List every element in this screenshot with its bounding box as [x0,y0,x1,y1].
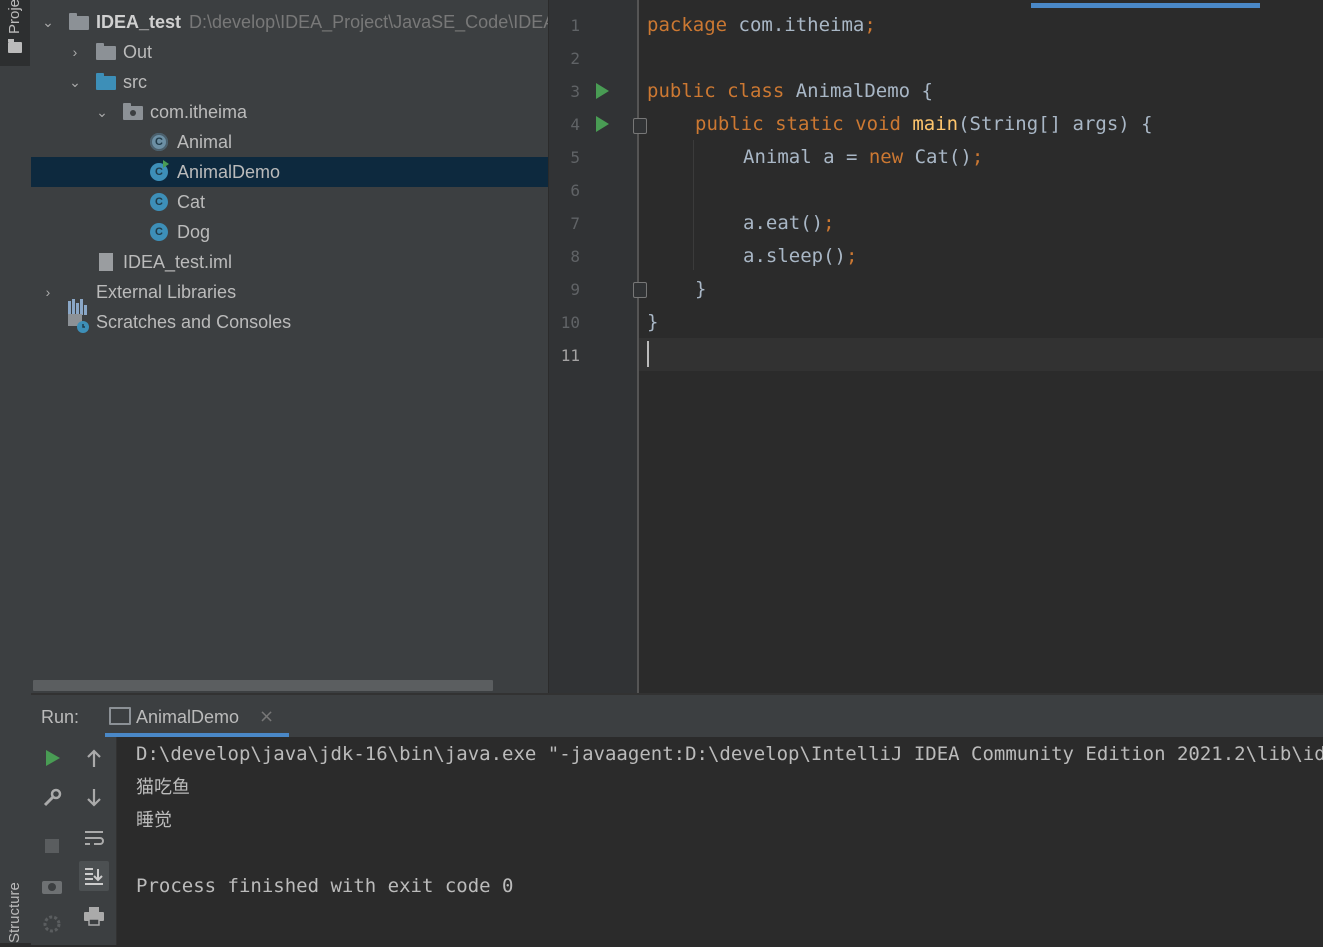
gear-icon[interactable] [37,909,67,939]
project-tool-tab[interactable]: Project [0,0,30,66]
tree-item-label: Scratches and Consoles [96,312,292,332]
tree-item-package[interactable]: ⌄ com.itheima [31,97,548,127]
run-toolbar-primary [31,737,73,945]
run-toolbar-secondary [73,737,117,945]
source-folder-icon [96,73,116,90]
scroll-to-end-icon[interactable] [79,861,109,891]
console-line: 睡觉 [136,810,172,831]
tree-item-animal[interactable]: C Animal [31,127,548,157]
arrow-up-icon[interactable] [79,743,109,773]
line-number: 1 [570,16,580,35]
fold-marker-icon[interactable] [633,118,647,134]
project-panel: ⌄ IDEA_test D:\develop\IDEA_Project\JavaS… [31,0,548,693]
tree-item-iml[interactable]: IDEA_test.iml [31,247,548,277]
console-line: D:\develop\java\jdk-16\bin\java.exe "-ja… [136,743,1323,765]
tree-item-label: Animal [177,132,233,152]
text-caret [647,341,649,367]
package-icon [123,103,143,120]
line-number: 10 [560,313,580,332]
line-number: 7 [570,214,580,233]
tree-item-src[interactable]: ⌄ src [31,67,548,97]
code-line: a.sleep(); [743,245,858,267]
code-line: } [695,278,707,300]
console-icon [109,707,131,725]
horizontal-scrollbar[interactable] [33,680,493,691]
tree-item-label: com.itheima [150,102,248,122]
camera-icon[interactable] [37,871,67,901]
tree-item-out[interactable]: › Out [31,37,548,67]
chevron-down-icon[interactable]: ⌄ [68,67,82,97]
wrench-icon[interactable] [37,783,67,813]
code-line: public class AnimalDemo { [647,80,933,102]
tree-item-dog[interactable]: C Dog [31,217,548,247]
current-line-highlight [639,338,1323,371]
tree-item-label: AnimalDemo [177,162,281,182]
run-main-gutter-icon[interactable] [596,116,609,132]
run-panel-header: Run: AnimalDemo × [31,695,1323,737]
abstract-class-icon: C [150,133,168,151]
indent-guide [693,140,694,270]
fold-marker-icon[interactable] [633,282,647,298]
tree-item-label: IDEA_test.iml [123,252,233,272]
tree-item-scratches[interactable]: Scratches and Consoles [31,307,548,337]
gutter-separator [637,0,639,693]
class-icon: C [150,223,168,241]
line-number: 3 [570,82,580,101]
tree-root-path: D:\develop\IDEA_Project\JavaSE_Code\IDEA… [189,12,548,32]
line-number: 4 [570,115,580,134]
module-folder-icon [69,13,89,30]
module-file-icon [99,253,113,271]
line-number: 6 [570,181,580,200]
scratches-icon [68,312,90,334]
print-icon[interactable] [79,901,109,931]
stop-button[interactable] [37,831,67,861]
active-tab-indicator [1031,3,1260,8]
code-line: } [647,311,659,333]
tree-item-label: Dog [177,222,211,242]
arrow-down-icon[interactable] [79,783,109,813]
class-icon: C [150,193,168,211]
soft-wrap-icon[interactable] [79,823,109,853]
left-tool-strip: Project Structure [0,0,32,943]
code-line: Animal a = new Cat(); [743,146,984,168]
tree-item-label: External Libraries [96,282,237,302]
run-panel: Run: AnimalDemo × D:\develop\java\jdk-16… [31,693,1323,945]
library-icon [68,285,90,315]
folder-icon [8,39,22,53]
chevron-right-icon[interactable]: › [68,37,82,67]
tree-item-label: src [123,72,147,92]
console-line: 猫吃鱼 [136,777,190,798]
line-number: 5 [570,148,580,167]
run-tab-animaldemo[interactable]: AnimalDemo × [105,695,289,737]
tree-item-cat[interactable]: C Cat [31,187,548,217]
code-line: public static void main(String[] args) { [695,113,1153,135]
line-number: 9 [570,280,580,299]
tree-item-animaldemo[interactable]: C AnimalDemo [31,157,548,187]
chevron-down-icon[interactable]: ⌄ [95,97,109,127]
chevron-right-icon[interactable]: › [41,277,55,307]
code-line: a.eat(); [743,212,835,234]
chevron-down-icon[interactable]: ⌄ [41,7,55,37]
line-number: 2 [570,49,580,68]
runnable-class-icon: C [150,160,169,181]
code-editor[interactable]: 1 2 3 4 5 6 7 8 9 10 11 package com.ithe… [549,0,1323,693]
run-class-gutter-icon[interactable] [596,83,609,99]
folder-icon [96,43,116,60]
console-output[interactable]: D:\develop\java\jdk-16\bin\java.exe "-ja… [117,737,1323,945]
rerun-button[interactable] [37,743,67,773]
console-line: Process finished with exit code 0 [136,875,514,897]
tree-root-name: IDEA_test [96,12,182,32]
line-number-current: 11 [560,346,580,365]
structure-tool-label[interactable]: Structure [6,880,23,943]
tree-item-external-libraries[interactable]: › External Libraries [31,277,548,315]
run-label: Run: [41,707,80,727]
code-line: package com.itheima; [647,14,876,36]
tree-item-root[interactable]: ⌄ IDEA_test D:\develop\IDEA_Project\JavaS… [31,7,548,37]
line-number: 8 [570,247,580,266]
tree-item-label: Out [123,42,153,62]
tree-item-label: Cat [177,192,206,212]
project-tool-label: Project [6,0,23,34]
